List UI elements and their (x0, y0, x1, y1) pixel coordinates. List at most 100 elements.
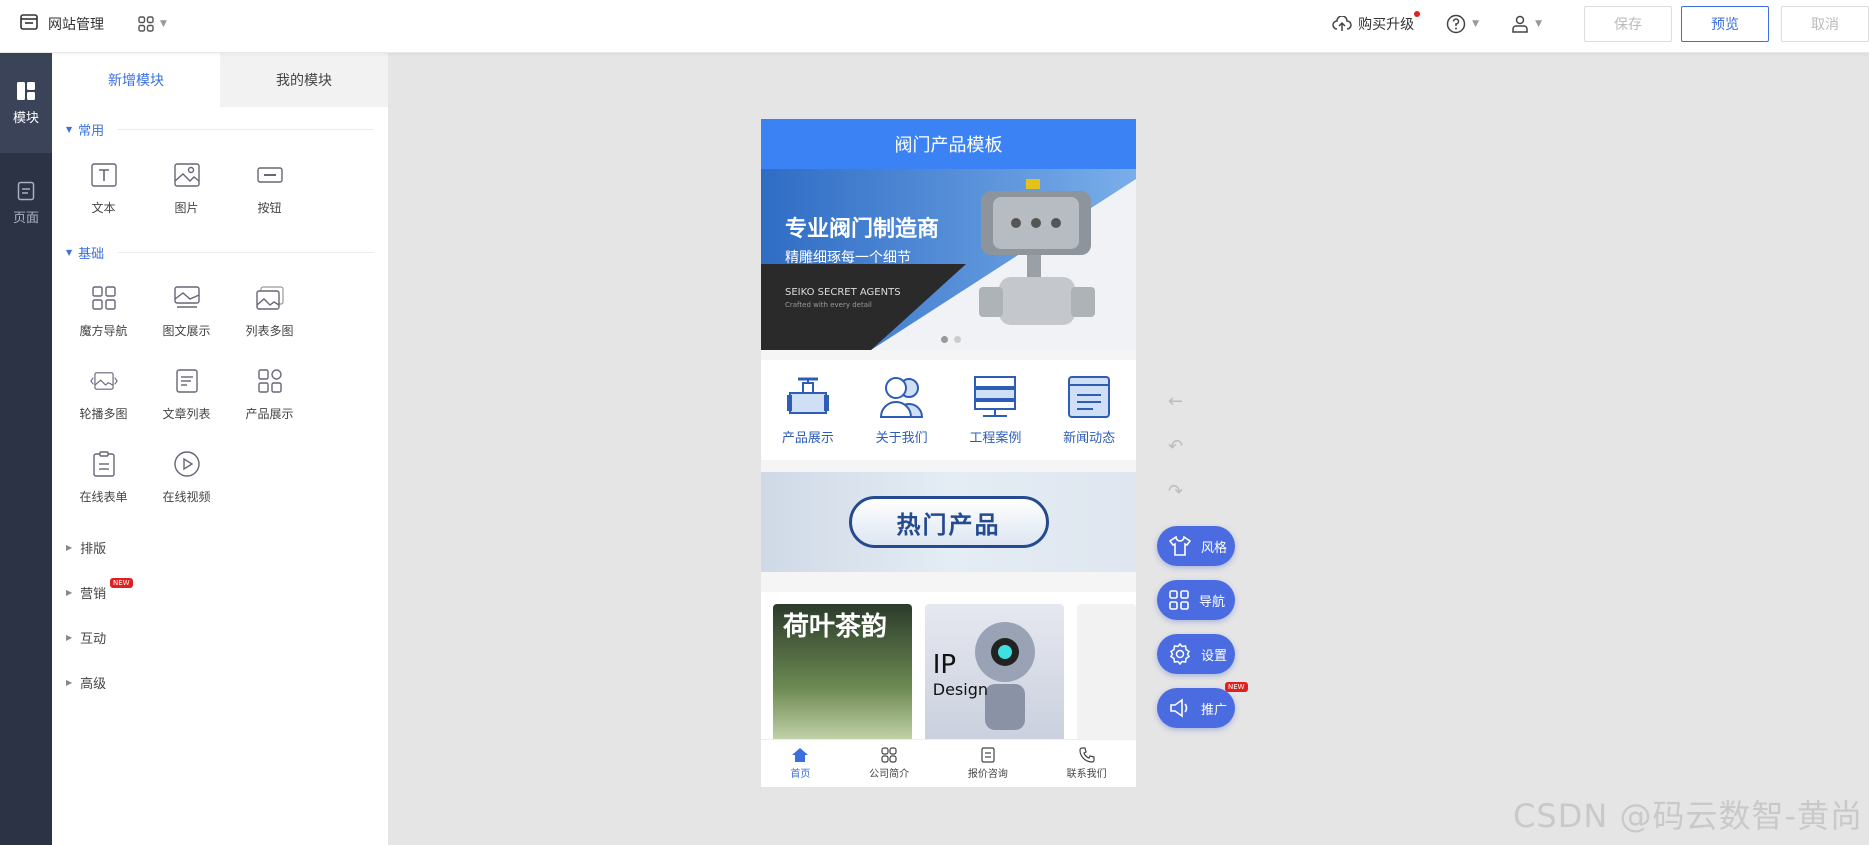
product-card[interactable]: IP Design (924, 604, 1064, 744)
article-icon (173, 367, 201, 395)
tab-home[interactable]: 首页 (790, 747, 810, 780)
tab-contact[interactable]: 联系我们 (1067, 747, 1107, 780)
banner-carousel[interactable]: 专业阀门制造商 精雕细琢每一个细节 SEIKO SECRET AGENTS Cr… (761, 169, 1136, 350)
carousel-dot[interactable] (941, 336, 948, 343)
module-multi-image-list[interactable]: 列表多图 (228, 270, 311, 353)
caret-right-icon: ▶ (66, 543, 73, 552)
module-label: 图片 (174, 201, 199, 215)
apps-menu[interactable]: ▼ (138, 16, 167, 32)
basic-modules-grid: 魔方导航 图文展示 列表多图 轮播多图 文章列表 产品展示 在线表单 在线视频 (52, 266, 388, 519)
user-icon (1512, 15, 1528, 33)
navigation-button[interactable]: 导航 (1157, 580, 1235, 620)
mobile-preview[interactable]: 阀门产品模板 专业阀门制造商 精雕细琢每一个细节 SEIKO SECRET AG… (761, 119, 1136, 787)
multi-image-icon (255, 284, 284, 312)
help-menu[interactable]: ▼ (1446, 14, 1479, 34)
grid-icon (881, 747, 897, 763)
tab-label: 公司简介 (869, 769, 910, 780)
nav-label: 新闻动态 (1063, 430, 1116, 446)
module-image-text[interactable]: 图文展示 (145, 270, 228, 353)
banner-subtitle: 精雕细琢每一个细节 (785, 250, 911, 266)
save-button[interactable]: 保存 (1584, 6, 1672, 42)
tab-label: 报价咨询 (967, 769, 1008, 780)
hot-products-banner[interactable]: 热门产品 (761, 472, 1136, 572)
tab-quote[interactable]: 报价咨询 (968, 747, 1008, 780)
product-card[interactable]: 荷叶茶韵 (773, 604, 912, 744)
site-header[interactable]: 阀门产品模板 (761, 119, 1136, 169)
document-icon (981, 747, 995, 763)
upgrade-button[interactable]: 购买升级 (1332, 11, 1421, 34)
promote-button[interactable]: 推广 NEW (1157, 682, 1248, 728)
carousel-dots[interactable] (941, 336, 961, 343)
module-online-video[interactable]: 在线视频 (145, 436, 228, 519)
cube-nav-icon (90, 284, 118, 312)
product-card[interactable] (1076, 604, 1136, 744)
module-text[interactable]: 文本 (62, 147, 145, 230)
rail-item-modules[interactable]: 模块 (0, 53, 52, 153)
caret-down-icon: ▼ (66, 124, 73, 134)
nav-about[interactable]: 关于我们 (876, 375, 928, 446)
module-button[interactable]: 按钮 (228, 147, 311, 230)
user-menu[interactable]: ▼ (1511, 15, 1542, 33)
caret-right-icon: ▶ (66, 588, 73, 597)
play-icon (173, 450, 201, 478)
tab-my-modules[interactable]: 我的模块 (220, 53, 388, 107)
undo-icon[interactable]: ↶ (1168, 436, 1183, 457)
banner-craft-text: Crafted with every detail (785, 301, 872, 309)
redo-icon[interactable]: ↷ (1168, 481, 1183, 502)
tab-company[interactable]: 公司简介 (869, 747, 909, 780)
section-interaction[interactable]: ▶ 互动 (52, 615, 388, 660)
module-carousel[interactable]: 轮播多图 (62, 353, 145, 436)
product-subtitle: Design (932, 680, 989, 699)
chevron-down-icon: ▼ (1472, 19, 1480, 29)
clipboard-icon (90, 450, 118, 478)
rail-item-label: 页面 (12, 210, 39, 226)
nav-label: 产品展示 (781, 430, 834, 446)
module-article-list[interactable]: 文章列表 (145, 353, 228, 436)
section-advanced[interactable]: ▶ 高级 (52, 660, 388, 705)
carousel-dot[interactable] (954, 336, 961, 343)
preview-button[interactable]: 预览 (1681, 6, 1769, 42)
news-icon (1068, 375, 1111, 418)
product-grid-icon (256, 367, 284, 395)
module-label: 魔方导航 (79, 324, 128, 338)
upgrade-label: 购买升级 (1358, 17, 1415, 33)
section-title: 常用 (78, 123, 105, 139)
section-layout[interactable]: ▶ 排版 (52, 525, 388, 570)
back-arrow-icon[interactable]: ← (1168, 391, 1183, 412)
module-image[interactable]: 图片 (145, 147, 228, 230)
section-title: 营销 (80, 587, 107, 602)
fab-label: 导航 (1199, 594, 1226, 610)
website-manage-icon[interactable] (20, 14, 38, 34)
section-basic[interactable]: ▼ 基础 (52, 238, 388, 266)
section-common[interactable]: ▼ 常用 (52, 115, 388, 143)
app-title[interactable]: 网站管理 (48, 14, 104, 34)
banner-agent-text: SEIKO SECRET AGENTS (785, 287, 901, 298)
section-marketing[interactable]: ▶ 营销 NEW (52, 570, 388, 615)
style-button[interactable]: 风格 (1157, 526, 1235, 566)
module-online-form[interactable]: 在线表单 (62, 436, 145, 519)
fab-label: 推广 (1201, 702, 1228, 718)
nav-products[interactable]: 产品展示 (782, 375, 834, 446)
caret-right-icon: ▶ (66, 633, 73, 642)
tshirt-icon (1169, 536, 1191, 556)
chevron-down-icon: ▼ (1535, 19, 1542, 29)
gear-icon (1169, 643, 1191, 665)
section-title: 基础 (78, 246, 105, 262)
product-title: IP (932, 650, 957, 680)
settings-button[interactable]: 设置 (1157, 634, 1235, 674)
valve-image (979, 179, 1095, 325)
module-product-display[interactable]: 产品展示 (228, 353, 311, 436)
image-text-icon (173, 284, 201, 312)
robot-image (974, 622, 1035, 730)
module-label: 在线视频 (162, 490, 211, 504)
nav-cases[interactable]: 工程案例 (969, 375, 1021, 446)
module-label: 列表多图 (245, 324, 294, 338)
quick-nav: 产品展示 关于我们 工程案例 新闻动态 (761, 360, 1136, 460)
cancel-button[interactable]: 取消 (1781, 6, 1869, 42)
rail-item-pages[interactable]: 页面 (0, 153, 52, 253)
nav-news[interactable]: 新闻动态 (1063, 375, 1115, 446)
module-label: 图文展示 (162, 324, 211, 338)
tab-new-modules[interactable]: 新增模块 (52, 53, 220, 107)
fab-label: 设置 (1201, 648, 1228, 664)
module-cube-nav[interactable]: 魔方导航 (62, 270, 145, 353)
